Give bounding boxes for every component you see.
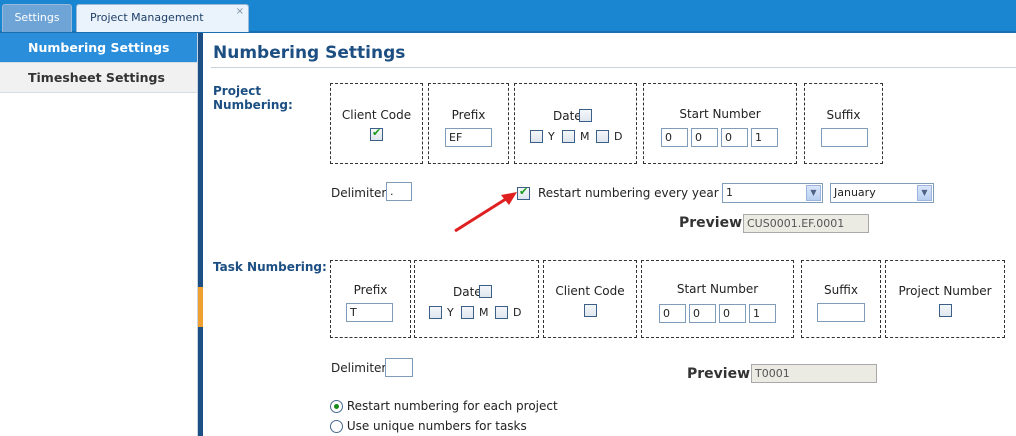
tab-bar: Settings Project Management Settings × bbox=[0, 0, 1016, 50]
task-prefix-title: Prefix bbox=[353, 283, 388, 297]
chevron-down-icon: ▼ bbox=[917, 185, 932, 201]
sidebar-item-numbering-settings[interactable]: Numbering Settings bbox=[0, 33, 197, 63]
project-preview-field: CUS0001.EF.0001 bbox=[743, 214, 869, 233]
project-suffix-input[interactable] bbox=[821, 128, 868, 147]
task-date-box: Date Y M D bbox=[414, 260, 539, 338]
page-title: Numbering Settings bbox=[213, 43, 406, 63]
project-date-d-checkbox[interactable] bbox=[596, 130, 609, 143]
project-numbering-label: Project Numbering: bbox=[213, 84, 293, 112]
chevron-down-icon: ▼ bbox=[806, 185, 821, 201]
project-prefix-box: Prefix EF bbox=[428, 83, 509, 164]
project-suffix-box: Suffix bbox=[804, 83, 883, 164]
task-start-digit-4[interactable]: 1 bbox=[749, 304, 776, 323]
task-numbering-label: Task Numbering: bbox=[213, 260, 327, 274]
project-date-title: Date bbox=[553, 109, 582, 123]
task-date-title: Date bbox=[453, 285, 482, 299]
restart-yearly-label: Restart numbering every year on bbox=[538, 186, 738, 200]
tab-project-management-settings[interactable]: Project Management Settings × bbox=[76, 4, 249, 50]
task-project-number-box: Project Number bbox=[885, 260, 1005, 338]
unique-numbers-label: Use unique numbers for tasks bbox=[346, 419, 527, 433]
task-client-code-title: Client Code bbox=[555, 284, 625, 298]
task-start-number-box: Start Number 0 0 0 1 bbox=[641, 260, 794, 338]
task-client-code-box: Client Code bbox=[543, 260, 637, 338]
restart-per-project-radio[interactable] bbox=[330, 400, 343, 413]
project-client-code-checkbox[interactable] bbox=[370, 126, 383, 141]
unique-numbers-radio[interactable] bbox=[330, 420, 343, 433]
task-date-y-label: Y bbox=[447, 306, 454, 319]
task-project-number-checkbox[interactable] bbox=[938, 304, 952, 317]
project-start-digit-3[interactable]: 0 bbox=[721, 128, 748, 147]
project-date-m-checkbox[interactable] bbox=[562, 130, 575, 143]
restart-day-select[interactable]: 1 ▼ bbox=[722, 183, 823, 203]
project-prefix-input[interactable]: EF bbox=[445, 128, 492, 147]
project-start-digit-1[interactable]: 0 bbox=[661, 128, 688, 147]
task-start-number-title: Start Number bbox=[676, 282, 759, 296]
project-start-number-title: Start Number bbox=[679, 107, 761, 121]
project-suffix-title: Suffix bbox=[826, 108, 861, 122]
task-preview-label: Preview: bbox=[687, 366, 756, 382]
task-suffix-title: Suffix bbox=[824, 283, 858, 297]
task-date-d-label: D bbox=[513, 306, 522, 319]
project-start-digit-2[interactable]: 0 bbox=[691, 128, 718, 147]
restart-month-select[interactable]: January ▼ bbox=[830, 183, 934, 203]
tab-settings[interactable]: Settings bbox=[2, 4, 72, 32]
project-preview-label: Preview: bbox=[679, 215, 748, 231]
restart-month-value: January bbox=[834, 186, 876, 199]
task-date-y-checkbox[interactable] bbox=[429, 306, 442, 319]
title-divider bbox=[211, 67, 1016, 68]
task-start-digit-2[interactable]: 0 bbox=[689, 304, 716, 323]
project-numbering-label-line1: Project bbox=[213, 84, 262, 98]
task-delimiter-input[interactable] bbox=[385, 358, 413, 377]
restart-per-project-label: Restart numbering for each project bbox=[346, 399, 558, 413]
close-icon[interactable]: × bbox=[236, 0, 244, 25]
project-date-y-checkbox[interactable] bbox=[530, 130, 543, 143]
project-prefix-title: Prefix bbox=[451, 108, 486, 122]
task-date-d-checkbox[interactable] bbox=[495, 306, 508, 319]
task-project-number-title: Project Number bbox=[898, 284, 992, 298]
task-suffix-box: Suffix bbox=[801, 260, 881, 338]
project-start-digit-4[interactable]: 1 bbox=[751, 128, 778, 147]
project-date-box: Date Y M D bbox=[514, 83, 637, 164]
task-date-m-label: M bbox=[479, 306, 489, 319]
unique-numbers-option[interactable]: Use unique numbers for tasks bbox=[330, 419, 527, 433]
task-preview-field: T0001 bbox=[751, 364, 877, 383]
task-start-digit-3[interactable]: 0 bbox=[719, 304, 746, 323]
project-delimiter-label: Delimiter: bbox=[331, 186, 391, 200]
sidebar-item-timesheet-settings[interactable]: Timesheet Settings bbox=[0, 63, 197, 93]
task-prefix-input[interactable]: T bbox=[346, 303, 393, 322]
restart-day-value: 1 bbox=[726, 186, 733, 199]
project-date-y-label: Y bbox=[548, 130, 555, 143]
task-suffix-input[interactable] bbox=[817, 303, 865, 322]
project-client-code-title: Client Code bbox=[341, 108, 412, 122]
restart-per-project-option[interactable]: Restart numbering for each project bbox=[330, 399, 558, 413]
project-client-code-box: Client Code bbox=[330, 83, 423, 164]
task-client-code-checkbox[interactable] bbox=[583, 304, 597, 317]
project-date-checkbox[interactable] bbox=[579, 109, 592, 122]
project-numbering-label-line2: Numbering: bbox=[213, 98, 293, 112]
project-delimiter-input[interactable]: . bbox=[386, 182, 412, 201]
task-start-digit-1[interactable]: 0 bbox=[659, 304, 686, 323]
task-delimiter-label: Delimiter: bbox=[331, 361, 391, 375]
sidebar: Numbering Settings Timesheet Settings bbox=[0, 33, 198, 436]
task-prefix-box: Prefix T bbox=[330, 260, 411, 338]
project-start-number-box: Start Number 0 0 0 1 bbox=[643, 83, 797, 164]
red-arrow-annotation bbox=[454, 192, 517, 233]
task-date-checkbox[interactable] bbox=[479, 285, 492, 298]
project-date-m-label: M bbox=[580, 130, 590, 143]
project-date-d-label: D bbox=[614, 130, 623, 143]
main-panel: Numbering Settings Project Numbering: Cl… bbox=[203, 33, 1016, 436]
task-date-m-checkbox[interactable] bbox=[461, 306, 474, 319]
